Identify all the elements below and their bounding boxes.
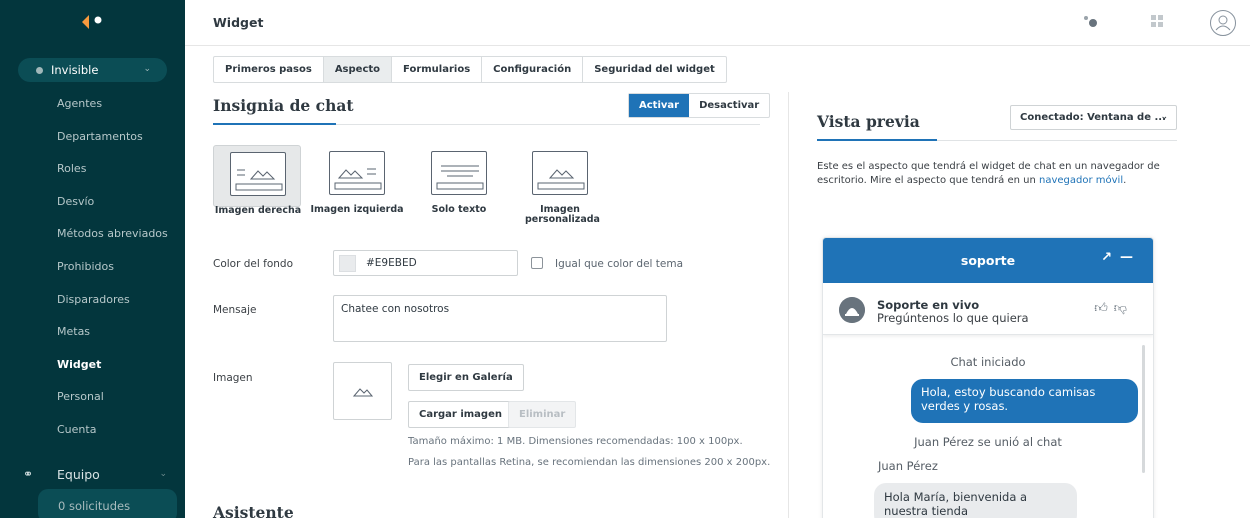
bg-color-label: Color del fondo — [213, 258, 293, 270]
section-underline — [213, 123, 336, 125]
chat-status-icon[interactable] — [1083, 15, 1099, 29]
agent-subtitle: Pregúntenos lo que quiera — [877, 311, 1029, 325]
widget-tabs: Primeros pasos Aspecto Formularios Confi… — [213, 56, 727, 83]
chat-widget-preview: soporte ↗— Soporte en vivo Pregúntenos l… — [822, 237, 1154, 518]
status-selector[interactable]: Invisible ⌄ — [18, 58, 167, 82]
team-icon: ⚭ — [23, 467, 34, 481]
badge-option-label: Solo texto — [431, 204, 487, 215]
chat-started-message: Chat iniciado — [950, 355, 1026, 369]
bg-color-value: #E9EBED — [366, 257, 417, 269]
upload-image-button[interactable]: Cargar imagen — [408, 401, 513, 428]
chevron-down-icon: ⌄ — [143, 64, 151, 74]
agent-joined-message: Juan Pérez se unió al chat — [914, 435, 1062, 449]
team-label: Equipo — [57, 467, 100, 482]
visitor-message-bubble: Hola, estoy buscando camisas verdes y ro… — [911, 379, 1138, 423]
agent-title: Soporte en vivo — [877, 298, 980, 312]
badge-option-label: Imagen derecha — [214, 205, 302, 216]
chevron-down-icon: ⌄ — [1160, 112, 1168, 122]
sidebar-nav: Agentes Departamentos Roles Desvío Métod… — [0, 88, 185, 447]
thumbs-up-icon[interactable]: 👍︎ — [1094, 301, 1114, 316]
tab-formularios[interactable]: Formularios — [392, 57, 483, 82]
image-right-layout-icon — [235, 169, 283, 191]
section-title-chat-badge: Insignia de chat — [213, 96, 354, 115]
zendesk-logo-icon[interactable] — [80, 13, 106, 31]
bg-color-input[interactable]: #E9EBED — [333, 250, 518, 276]
preview-mode-select[interactable]: Conectado: Ventana de ... ⌄ — [1010, 105, 1177, 130]
badge-option-text-only[interactable]: Solo texto — [415, 145, 503, 215]
sidebar-item-roles[interactable]: Roles — [0, 153, 185, 186]
sidebar-item-desvio[interactable]: Desvío — [0, 186, 185, 219]
badge-option-custom-image[interactable]: Imagen personalizada — [516, 145, 604, 225]
badge-option-image-left[interactable]: Imagen izquierda — [310, 145, 404, 215]
message-label: Mensaje — [213, 304, 257, 316]
text-only-layout-icon — [436, 165, 484, 190]
same-as-theme-checkbox[interactable] — [531, 257, 543, 269]
tab-configuracion[interactable]: Configuración — [482, 57, 584, 82]
deactivate-button[interactable]: Desactivar — [689, 94, 769, 117]
sidebar-item-personal[interactable]: Personal — [0, 381, 185, 414]
apps-grid-icon[interactable] — [1150, 14, 1164, 28]
image-label: Imagen — [213, 372, 253, 384]
preview-divider — [788, 92, 789, 518]
preview-underline — [817, 139, 937, 141]
sidebar-team-section[interactable]: ⚭ Equipo ⌄ — [0, 460, 185, 488]
same-as-theme-label: Igual que color del tema — [555, 258, 684, 270]
retina-hint: Para las pantallas Retina, se recomienda… — [408, 457, 771, 468]
image-size-hint: Tamaño máximo: 1 MB. Dimensiones recomen… — [408, 436, 743, 447]
requests-counter[interactable]: 0 solicitudes — [38, 489, 177, 518]
mobile-browser-link[interactable]: navegador móvil — [1039, 175, 1123, 186]
badge-thumb — [532, 151, 588, 195]
custom-image-layout-icon — [537, 169, 585, 190]
sidebar-item-metas[interactable]: Metas — [0, 316, 185, 349]
mountain-image-icon — [353, 388, 373, 397]
user-avatar-icon[interactable] — [1209, 9, 1237, 37]
sidebar-item-disparadores[interactable]: Disparadores — [0, 284, 185, 317]
choose-gallery-button[interactable]: Elegir en Galería — [408, 364, 524, 391]
chat-header: soporte ↗— — [823, 238, 1153, 283]
badge-thumb — [230, 152, 286, 196]
rating-controls: 👍︎👎︎ — [1094, 301, 1133, 316]
sidebar-item-metodos-abreviados[interactable]: Métodos abreviados — [0, 218, 185, 251]
sidebar-item-widget[interactable]: Widget — [0, 349, 185, 382]
thumbs-down-icon[interactable]: 👎︎ — [1114, 301, 1133, 316]
image-preview-box — [333, 362, 392, 420]
chevron-down-icon: ⌄ — [159, 469, 167, 479]
badge-option-label: Imagen izquierda — [310, 204, 404, 215]
image-left-layout-icon — [334, 168, 382, 190]
agent-name-label: Juan Pérez — [878, 459, 938, 473]
sidebar-item-agentes[interactable]: Agentes — [0, 88, 185, 121]
sidebar: Invisible ⌄ Agentes Departamentos Roles … — [0, 0, 185, 518]
sidebar-item-departamentos[interactable]: Departamentos — [0, 121, 185, 154]
sidebar-item-prohibidos[interactable]: Prohibidos — [0, 251, 185, 284]
badge-thumb — [431, 151, 487, 195]
sidebar-item-cuenta[interactable]: Cuenta — [0, 414, 185, 447]
badge-toggle: Activar Desactivar — [628, 93, 771, 118]
preview-title: Vista previa — [817, 112, 920, 131]
activate-button[interactable]: Activar — [629, 94, 690, 117]
badge-option-label: Imagen personalizada — [525, 204, 600, 225]
badge-option-image-right[interactable]: Imagen derecha — [213, 145, 301, 216]
chat-header-controls: ↗— — [1101, 250, 1141, 265]
tab-aspecto[interactable]: Aspecto — [323, 57, 393, 82]
message-input[interactable]: Chatee con nosotros — [333, 295, 667, 342]
remove-image-button[interactable]: Eliminar — [508, 401, 577, 428]
preview-mode-value: Conectado: Ventana de ... — [1020, 112, 1166, 123]
section-title-assistant: Asistente — [213, 503, 294, 518]
popout-icon[interactable]: ↗ — [1101, 250, 1120, 265]
status-label: Invisible — [51, 63, 99, 77]
agent-avatar-icon — [839, 297, 865, 323]
color-swatch[interactable] — [339, 254, 356, 272]
page-title: Widget — [213, 15, 264, 30]
preview-description: Este es el aspecto que tendrá el widget … — [817, 161, 1160, 186]
tab-seguridad-widget[interactable]: Seguridad del widget — [583, 57, 726, 82]
badge-thumb — [329, 151, 385, 195]
status-dot-icon — [36, 66, 43, 74]
chat-transcript: Chat iniciado Hola, estoy buscando camis… — [823, 335, 1153, 518]
agent-bar: Soporte en vivo Pregúntenos lo que quier… — [823, 283, 1153, 335]
agent-message-bubble: Hola María, bienvenida a nuestra tienda — [874, 483, 1077, 518]
tab-primeros-pasos[interactable]: Primeros pasos — [214, 57, 324, 82]
top-header: Widget — [185, 0, 1250, 46]
minimize-icon[interactable]: — — [1120, 250, 1141, 265]
